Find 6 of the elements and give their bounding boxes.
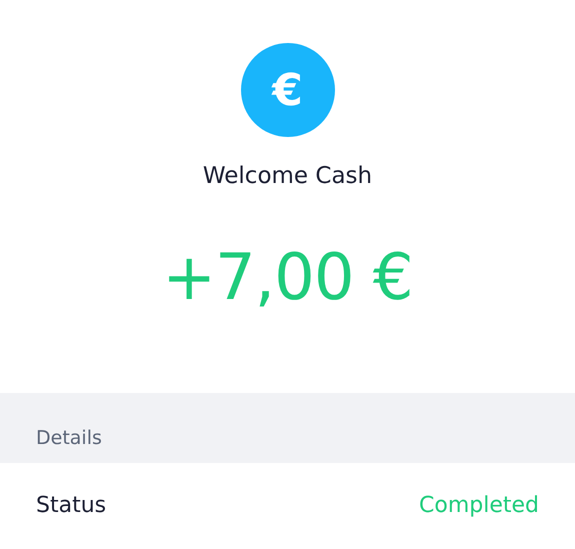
section-title: Details: [36, 427, 102, 449]
detail-value: Completed: [419, 493, 539, 518]
detail-label: Status: [36, 493, 106, 518]
transaction-title: Welcome Cash: [202, 163, 372, 189]
amount: +7,00 €: [162, 241, 413, 315]
euro-icon: €: [240, 43, 334, 137]
